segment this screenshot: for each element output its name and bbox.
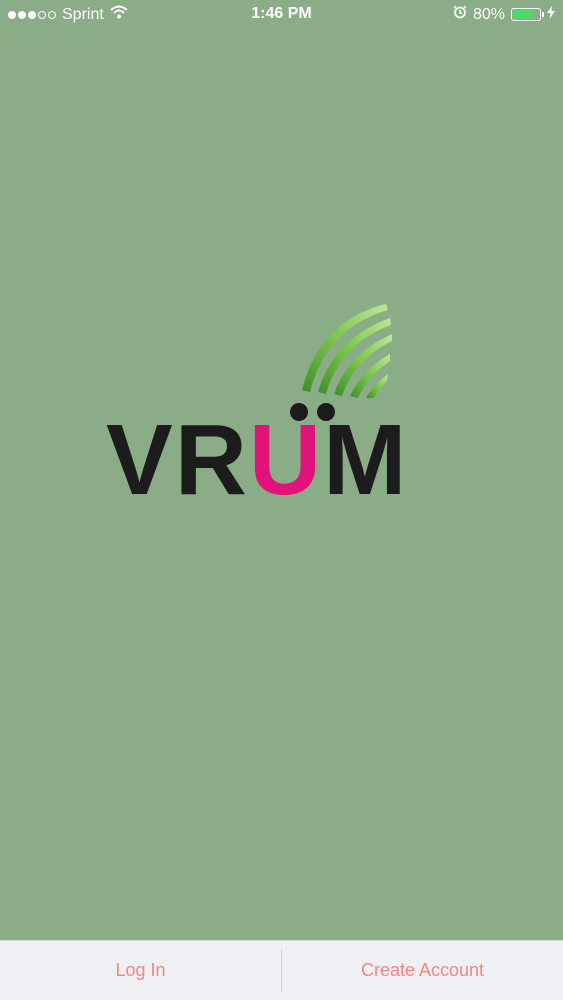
splash-screen: Sprint 1:46 PM 80% VRUM Log In Create Ac…: [0, 0, 563, 1000]
status-bar: Sprint 1:46 PM 80%: [0, 0, 563, 30]
battery-tip: [542, 12, 544, 17]
bottom-bar: Log In Create Account: [0, 940, 563, 1000]
create-account-button[interactable]: Create Account: [282, 941, 563, 1000]
battery-percent: 80%: [472, 5, 505, 23]
battery-fill: [513, 10, 534, 19]
battery-icon: [511, 8, 544, 21]
vrum-logo: VRUM: [100, 290, 460, 520]
charging-bolt-icon: [547, 5, 555, 24]
status-right: 80%: [453, 5, 555, 24]
logo-text-vr: VR: [106, 404, 249, 516]
login-button[interactable]: Log In: [0, 941, 281, 1000]
logo-text-m: M: [323, 404, 409, 516]
logo-wordmark: VRUM: [106, 410, 408, 510]
alarm-icon: [453, 5, 467, 24]
signal-arcs-icon: [302, 304, 392, 398]
logo-text-u: U: [248, 404, 324, 516]
